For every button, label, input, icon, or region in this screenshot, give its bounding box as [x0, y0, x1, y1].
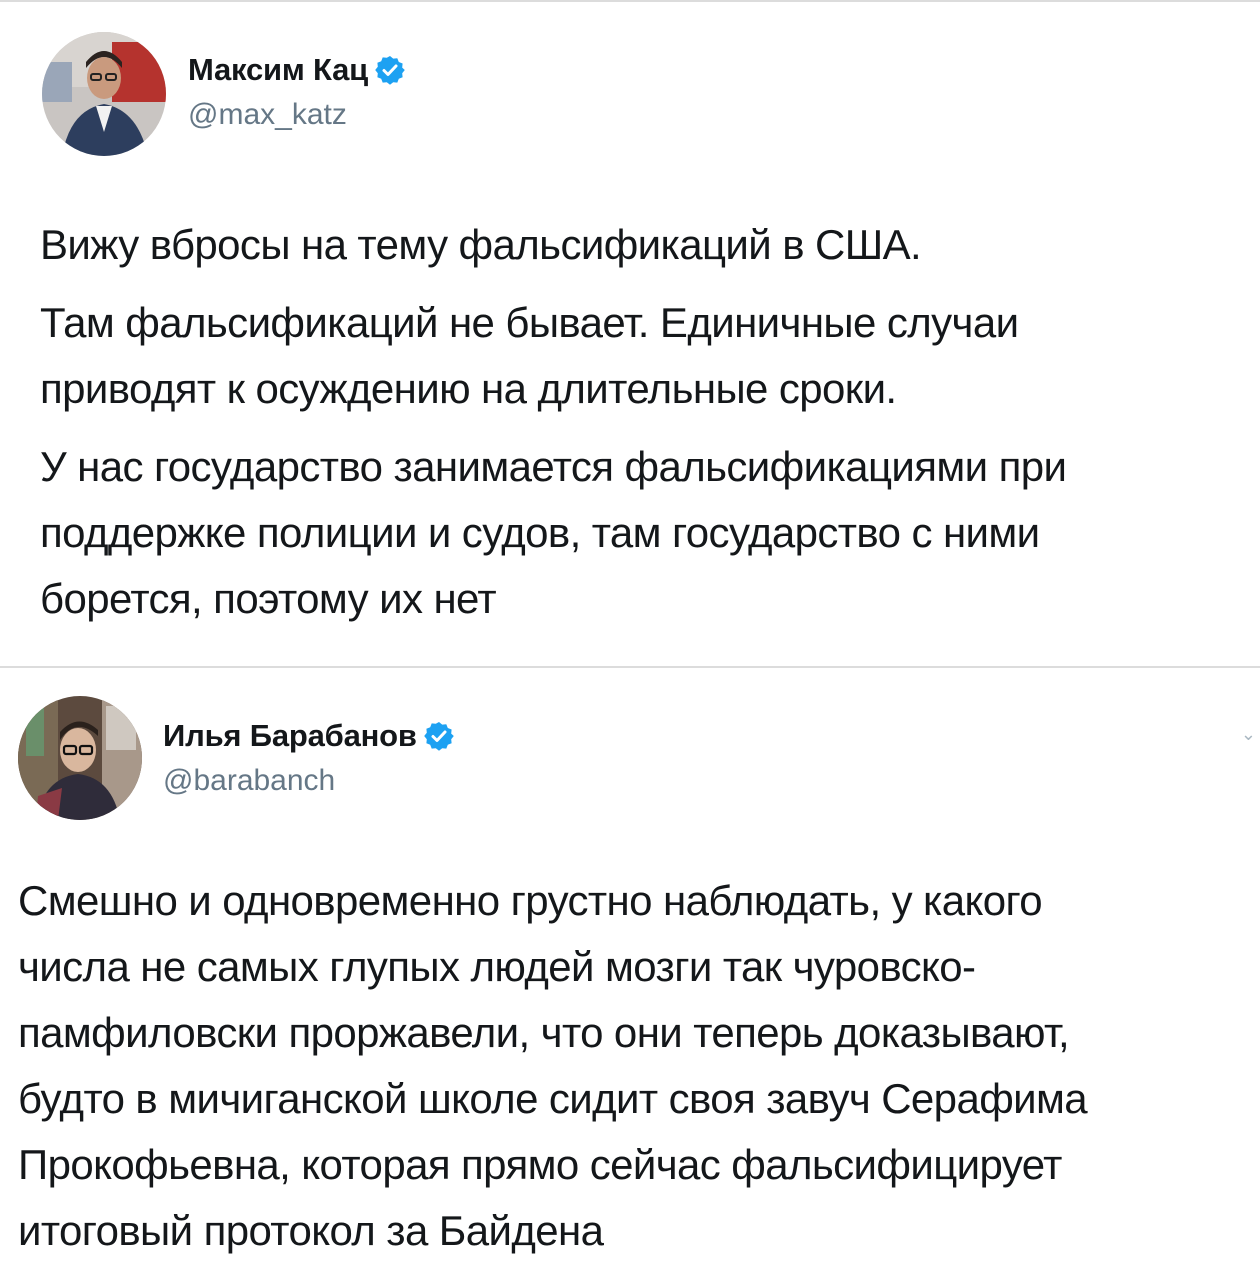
avatar-photo-icon — [18, 696, 142, 820]
tweet-line: Там фальсификаций не бывает. Единичные с… — [40, 299, 1019, 346]
author-name[interactable]: Максим Кац — [188, 52, 368, 88]
tweet-line: памфиловски проржавели, что они теперь д… — [18, 1009, 1070, 1056]
author-name[interactable]: Илья Барабанов — [163, 718, 417, 754]
tweet-paragraph: Вижу вбросы на тему фальсификаций в США. — [40, 212, 1240, 278]
tweet-paragraph: У нас государство занимается фальсификац… — [40, 434, 1240, 632]
tweet-text: Вижу вбросы на тему фальсификаций в США.… — [40, 212, 1240, 644]
tweet-line: числа не самых глупых людей мозги так чу… — [18, 943, 976, 990]
author-name-row: Максим Кац — [188, 52, 406, 88]
tweet-line: поддержке полиции и судов, там государст… — [40, 509, 1040, 556]
tweet-line: У нас государство занимается фальсификац… — [40, 443, 1067, 490]
avatar-photo-icon — [42, 32, 166, 156]
tweet-line: Прокофьевна, которая прямо сейчас фальси… — [18, 1141, 1062, 1188]
verified-badge-icon — [423, 720, 455, 752]
author-handle[interactable]: @max_katz — [188, 98, 347, 132]
tweet-max-katz[interactable]: Максим Кац @max_katz Вижу вбросы на тему… — [0, 2, 1260, 666]
tweet-line: итоговый протокол за Байдена — [18, 1207, 604, 1254]
author-name-row: Илья Барабанов — [163, 718, 455, 754]
tweet-line: борется, поэтому их нет — [40, 575, 497, 622]
verified-badge-icon — [374, 54, 406, 86]
tweet-line: приводят к осуждению на длительные сроки… — [40, 365, 897, 412]
tweet-line: Вижу вбросы на тему фальсификаций в США. — [40, 221, 922, 268]
tweet-line: будто в мичиганской школе сидит своя зав… — [18, 1075, 1088, 1122]
avatar[interactable] — [42, 32, 166, 156]
avatar[interactable] — [18, 696, 142, 820]
tweet-line: Смешно и одновременно грустно наблюдать,… — [18, 877, 1043, 924]
tweet-paragraph: Смешно и одновременно грустно наблюдать,… — [18, 868, 1248, 1264]
tweet-text: Смешно и одновременно грустно наблюдать,… — [18, 868, 1248, 1276]
tweet-paragraph: Там фальсификаций не бывает. Единичные с… — [40, 290, 1240, 422]
author-handle[interactable]: @barabanch — [163, 764, 335, 798]
tweet-barabanch[interactable]: Илья Барабанов @barabanch ⌄ Смешно и одн… — [0, 668, 1260, 1280]
chevron-down-icon[interactable]: ⌄ — [1241, 724, 1256, 745]
